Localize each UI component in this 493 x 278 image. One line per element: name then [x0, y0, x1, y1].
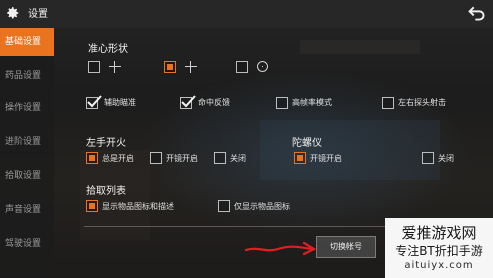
peek-fire-checkbox[interactable] [382, 97, 394, 109]
red-arrow-annotation [244, 241, 317, 256]
pickup-icon-only-label: 仅显示物品图标 [234, 202, 290, 211]
gear-icon [7, 6, 19, 18]
left-fire-always-checkbox[interactable] [86, 152, 98, 164]
sidebar-item-driving[interactable]: 驾驶设置 [0, 230, 54, 258]
sidebar-item-advanced[interactable]: 进阶设置 [0, 128, 54, 156]
gyroscope-off-checkbox[interactable] [422, 152, 434, 164]
left-fire-scope-label: 开镜开启 [166, 154, 198, 163]
sidebar-item-sound[interactable]: 声音设置 [0, 196, 54, 224]
aim-assist-label: 辅助瞄准 [104, 98, 136, 107]
crosshair-option-2-checkbox[interactable] [164, 61, 176, 73]
page-title: 设置 [28, 9, 48, 20]
pickup-icon-desc-label: 显示物品图标和描述 [102, 202, 174, 211]
sidebar-item-pickup[interactable]: 拾取设置 [0, 162, 54, 190]
gyroscope-off-label: 关闭 [438, 154, 454, 163]
left-fire-off-label: 关闭 [230, 154, 246, 163]
left-fire-scope-checkbox[interactable] [150, 152, 162, 164]
pickup-icon-only-checkbox[interactable] [218, 200, 230, 212]
hit-feedback-label: 命中反馈 [198, 98, 230, 107]
crosshair-dot-cross-icon [184, 60, 198, 74]
crosshair-option-3-checkbox[interactable] [236, 61, 248, 73]
high-fps-checkbox[interactable] [276, 97, 288, 109]
left-fire-always-label: 总是开启 [102, 154, 134, 163]
peek-fire-label: 左右探头射击 [398, 98, 446, 107]
switch-account-button[interactable]: 切换帐号 [316, 236, 376, 258]
crosshair-circle-icon [257, 61, 268, 72]
watermark-line-3: aituiyx.com [404, 260, 474, 271]
high-fps-label: 高帧率模式 [292, 98, 332, 107]
crosshair-section-title: 准心形状 [88, 44, 128, 55]
settings-sidebar: 基础设置 药品设置 操作设置 进阶设置 拾取设置 声音设置 驾驶设置 [0, 28, 54, 278]
pickup-icon-desc-checkbox[interactable] [86, 200, 98, 212]
aim-assist-check-icon[interactable] [86, 95, 102, 109]
watermark-line-2: 专注BT折扣手游 [395, 244, 483, 258]
left-fire-section-title: 左手开火 [86, 138, 126, 149]
back-arrow-icon[interactable] [467, 4, 487, 22]
crosshair-cross-icon [108, 60, 122, 74]
left-fire-off-checkbox[interactable] [214, 152, 226, 164]
top-bar: 设置 [0, 0, 493, 28]
gyroscope-section-title: 陀螺仪 [292, 138, 322, 149]
hit-feedback-check-icon[interactable] [180, 95, 196, 109]
title-wrap: 设置 [6, 5, 48, 20]
watermark-line-1: 爱推游戏网 [401, 224, 477, 242]
pickup-list-section-title: 拾取列表 [86, 186, 126, 197]
sidebar-item-controls[interactable]: 操作设置 [0, 94, 54, 122]
watermark-block: 爱推游戏网 专注BT折扣手游 aituiyx.com [385, 218, 493, 278]
sidebar-item-basic[interactable]: 基础设置 [0, 28, 54, 56]
crosshair-option-1-checkbox[interactable] [88, 61, 100, 73]
gyroscope-scope-label: 开镜开启 [310, 154, 342, 163]
sidebar-item-medicine[interactable]: 药品设置 [0, 62, 54, 90]
gyroscope-scope-checkbox[interactable] [294, 152, 306, 164]
